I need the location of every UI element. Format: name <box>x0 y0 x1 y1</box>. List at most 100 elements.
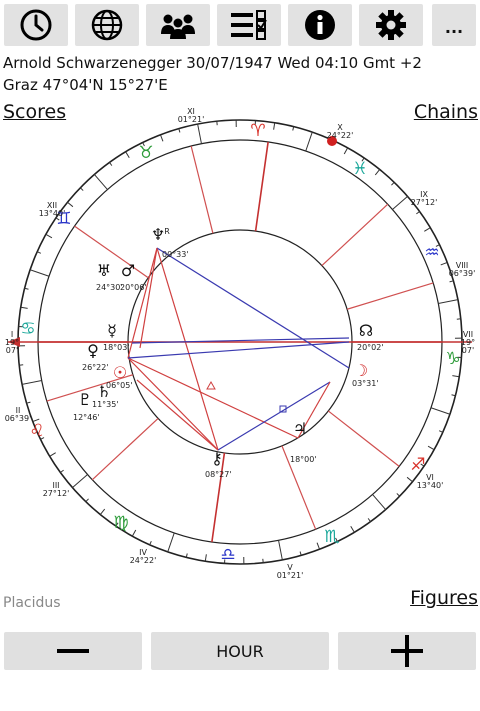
checklist-icon <box>231 10 267 40</box>
house-degree-II: 06°39' <box>5 414 32 423</box>
planet-venus-position: 26°22' <box>82 363 109 372</box>
hour-button[interactable]: HOUR <box>151 632 329 670</box>
zodiac-tick <box>36 251 42 254</box>
checklist-button[interactable] <box>217 4 281 46</box>
zodiac-tick <box>299 551 302 556</box>
zodiac-tick <box>430 407 451 415</box>
house-degree-III: 27°12' <box>43 489 70 498</box>
zodiac-tick <box>396 493 401 497</box>
zodiac-tick <box>178 128 181 133</box>
info-button[interactable] <box>288 4 352 46</box>
zodiac-tick <box>49 452 56 457</box>
planet-neptune-retrograde: R <box>164 227 170 236</box>
zodiac-tick <box>424 227 431 232</box>
planet-mercury-icon: ☿ <box>107 321 117 340</box>
zodiac-tick <box>67 201 74 208</box>
more-button[interactable]: ... <box>432 4 476 46</box>
planet-node-position: 20°02' <box>357 343 384 352</box>
house-cusp-line <box>91 417 159 481</box>
minus-button[interactable] <box>4 632 142 670</box>
people-button[interactable] <box>146 4 210 46</box>
planet-uranus-icon: ♅ <box>97 261 111 280</box>
planet-uranus-position: 24°30' <box>96 283 123 292</box>
zodiac-tick <box>350 526 355 533</box>
planet-saturn-icon: ♄ <box>97 382 111 401</box>
zodiac-tick <box>406 476 413 483</box>
settings-button[interactable] <box>359 4 423 46</box>
zodiac-tick <box>343 147 349 155</box>
location-info: Graz 47°04'N 15°27'E <box>3 76 168 94</box>
zodiac-tick <box>427 445 435 451</box>
zodiac-tick <box>278 540 283 561</box>
house-cusp-line <box>346 282 434 310</box>
house-cusp-line <box>321 203 389 267</box>
more-icon: ... <box>444 17 464 37</box>
planet-venus-icon: ♀ <box>87 341 99 360</box>
astro-chart[interactable]: ♈♉♊♋♌♍♎♏♐♑♒♓I19°07'II06°39'III27°12'IV24… <box>0 100 480 590</box>
aspect-line <box>156 247 350 369</box>
zodiac-tick <box>149 540 152 546</box>
house-degree-X: 24°22' <box>327 131 354 140</box>
planet-mars-position: 20°06' <box>120 283 147 292</box>
zodiac-tick <box>416 211 420 215</box>
globe-button[interactable] <box>75 4 139 46</box>
aspect-line <box>156 247 219 451</box>
aspect-marker <box>206 380 216 390</box>
zodiac-tick <box>167 532 175 553</box>
zodiac-sign-1: ♈ <box>250 121 265 141</box>
person-info: Arnold Schwarzenegger 30/07/1947 Wed 04:… <box>3 54 422 72</box>
scores-link[interactable]: Scores <box>3 101 66 123</box>
aspect-line <box>127 341 350 359</box>
house-system-label: Placidus <box>3 595 61 611</box>
zodiac-tick <box>305 131 313 152</box>
planet-jupiter-position: 18°00' <box>290 455 317 464</box>
zodiac-tick <box>20 306 28 309</box>
zodiac-sign-6: ♍ <box>113 513 128 533</box>
chains-link[interactable]: Chains <box>414 101 478 123</box>
planet-chiron-icon: ⚷ <box>211 449 223 468</box>
zodiac-tick <box>109 162 113 166</box>
zodiac-tick <box>392 195 408 210</box>
zodiac-sign-5: ♌ <box>29 421 44 441</box>
zodiac-tick <box>197 123 202 144</box>
clock-icon <box>20 9 52 41</box>
planet-jupiter-icon: ♃ <box>293 419 307 438</box>
info-icon <box>305 10 335 40</box>
house-degree-V: 01°21' <box>277 571 304 580</box>
planet-neptune-position: 00°33' <box>162 250 189 259</box>
planet-pluto-icon: ♇ <box>78 390 92 409</box>
planet-chiron-position: 08°27' <box>205 470 232 479</box>
zodiac-tick <box>79 187 84 191</box>
figures-link[interactable]: Figures <box>410 587 478 609</box>
toolbar: ... <box>0 4 480 48</box>
people-icon <box>161 14 195 39</box>
planet-neptune-icon: ♆ <box>151 225 165 244</box>
zodiac-tick <box>438 299 459 304</box>
zodiac-sign-7: ♎ <box>220 545 235 565</box>
zodiac-sign-8: ♏ <box>324 527 339 547</box>
house-degree-VI: 13°40' <box>417 481 444 490</box>
house-degree-IV: 24°22' <box>130 556 157 565</box>
zodiac-tick <box>45 233 53 239</box>
house-degree-XII: 13°40' <box>39 209 66 218</box>
plus-button[interactable] <box>338 632 476 670</box>
gear-icon <box>376 10 406 40</box>
zodiac-tick <box>438 430 444 433</box>
zodiac-sign-2: ♉ <box>138 143 153 163</box>
house-degree-VIII: 06°39' <box>449 269 476 278</box>
house-cusp-line <box>254 141 269 232</box>
house-minutes-I: 07' <box>6 346 18 355</box>
planet-node-icon: ☊ <box>359 321 373 340</box>
aspect-line <box>127 357 299 439</box>
house-cusp-line <box>190 145 214 234</box>
zodiac-tick <box>452 375 460 378</box>
zodiac-tick <box>159 134 164 142</box>
clock-button[interactable] <box>4 4 68 46</box>
zodiac-tick <box>93 174 108 190</box>
zodiac-sign-4: ♋ <box>20 319 35 339</box>
planet-mars-icon: ♂ <box>121 261 135 280</box>
zodiac-tick <box>316 542 321 550</box>
zodiac-tick <box>372 494 387 510</box>
planet-moon-position: 03°31' <box>352 379 379 388</box>
zodiac-sign-12: ♓ <box>352 159 367 179</box>
